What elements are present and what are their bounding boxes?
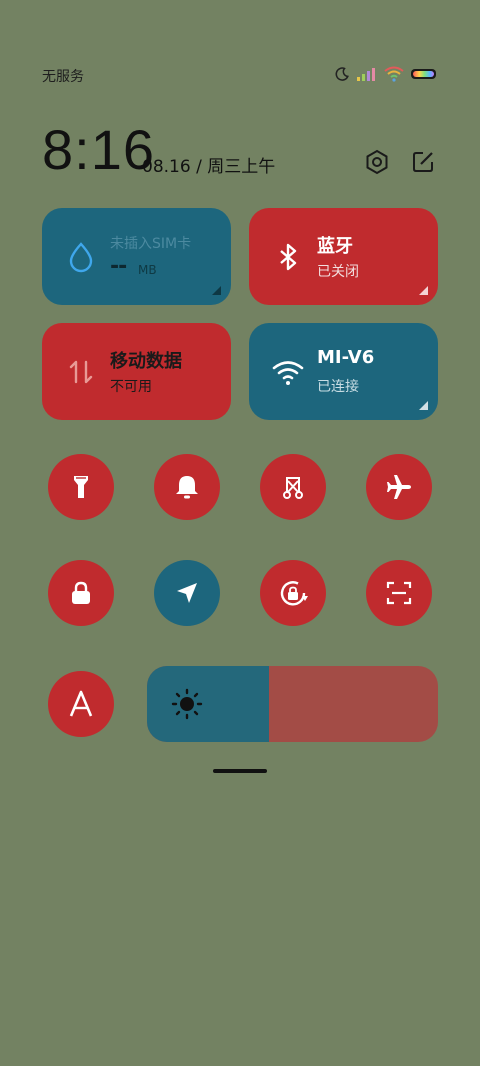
location-toggle[interactable]: [154, 560, 220, 626]
brightness-fill: [147, 666, 270, 742]
wifi-icon: [272, 361, 304, 385]
location-arrow-icon: [177, 583, 197, 603]
ringer-toggle[interactable]: [154, 454, 220, 520]
status-icons: [334, 66, 438, 82]
wifi-icon: [384, 66, 404, 82]
scan-icon: [386, 581, 412, 605]
home-indicator[interactable]: [213, 769, 267, 773]
status-bar: 无服务: [0, 60, 480, 92]
letter-a-icon: [69, 690, 93, 717]
wifi-ssid: MI-V6: [317, 347, 375, 368]
sun-icon: [171, 688, 203, 720]
moon-icon: [335, 67, 349, 81]
battery-icon: [411, 69, 436, 79]
header: 8:16 08.16 / 周三上午: [42, 118, 438, 188]
airplane-icon: [387, 475, 411, 499]
edit-icon[interactable]: [409, 148, 437, 176]
bell-icon: [176, 476, 198, 499]
wifi-tile[interactable]: MI-V6 已连接: [249, 323, 438, 420]
bluetooth-title: 蓝牙: [317, 236, 353, 257]
clock: 8:16: [42, 118, 155, 181]
wifi-status: 已连接: [317, 379, 359, 395]
scissors-icon: [283, 477, 303, 499]
rotation-lock-toggle[interactable]: [260, 560, 326, 626]
lock-screen-toggle[interactable]: [48, 560, 114, 626]
expand-corner: [212, 286, 221, 295]
bluetooth-tile[interactable]: 蓝牙 已关闭: [249, 208, 438, 305]
carrier-label: 无服务: [42, 69, 84, 85]
data-usage-unit: MB: [138, 263, 157, 277]
date: 08.16 / 周三上午: [142, 157, 276, 177]
flashlight-toggle[interactable]: [48, 454, 114, 520]
brightness-slider[interactable]: [147, 666, 438, 742]
bluetooth-status: 已关闭: [317, 264, 359, 280]
mobile-data-title: 移动数据: [110, 351, 182, 372]
rotation-lock-icon: [280, 581, 308, 606]
lock-icon: [72, 581, 90, 604]
scanner-toggle[interactable]: [366, 560, 432, 626]
expand-corner: [419, 286, 428, 295]
flashlight-icon: [74, 476, 88, 498]
water-drop-icon: [69, 242, 93, 273]
auto-brightness-toggle[interactable]: [48, 671, 114, 737]
airplane-toggle[interactable]: [366, 454, 432, 520]
data-usage-tile[interactable]: 未插入SIM卡 -- MB: [42, 208, 231, 305]
signal-icon: [357, 68, 375, 81]
bluetooth-icon: [280, 243, 297, 271]
data-usage-value: --: [110, 254, 127, 279]
sim-status: 未插入SIM卡: [110, 236, 192, 252]
screenshot-toggle[interactable]: [260, 454, 326, 520]
mobile-data-tile[interactable]: 移动数据 不可用: [42, 323, 231, 420]
data-arrows-icon: [69, 360, 93, 384]
mobile-data-status: 不可用: [110, 379, 152, 395]
settings-icon[interactable]: [363, 148, 391, 176]
expand-corner: [419, 401, 428, 410]
